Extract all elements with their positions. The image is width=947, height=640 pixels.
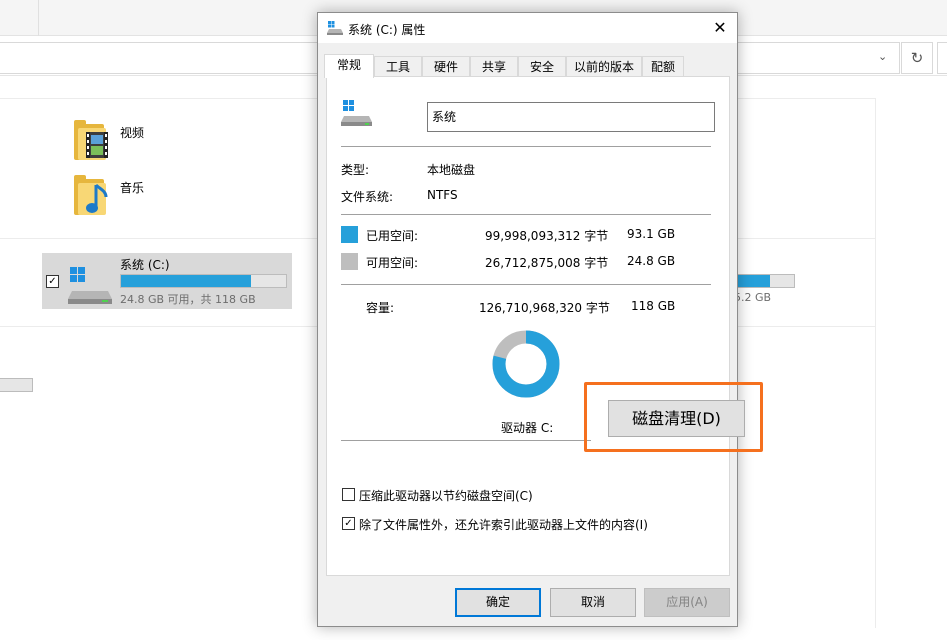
address-dropdown-chevron-icon[interactable]: ⌄ — [878, 50, 887, 63]
compress-checkbox[interactable] — [342, 488, 355, 501]
filesystem-label: 文件系统: — [341, 190, 394, 204]
capacity-bytes: 126,710,968,320 字节 — [479, 301, 610, 315]
index-label: 除了文件属性外，还允许索引此驱动器上文件的内容(I) — [359, 518, 648, 532]
index-checkbox[interactable]: ✓ — [342, 517, 355, 530]
refresh-icon[interactable]: ↻ — [901, 42, 933, 74]
tab-previous-versions[interactable]: 以前的版本 — [566, 56, 642, 77]
drive-free-space-text: 24.8 GB 可用，共 118 GB — [120, 293, 256, 306]
drive-select-checkbox[interactable]: ✓ — [46, 275, 59, 288]
music-folder-icon — [86, 183, 108, 213]
used-space-swatch — [341, 226, 358, 243]
type-value: 本地磁盘 — [427, 163, 476, 177]
drive-usage-bar — [120, 274, 287, 288]
used-space-bytes: 99,998,093,312 字节 — [485, 229, 609, 243]
used-space-size: 93.1 GB — [627, 227, 676, 241]
folder-label: 音乐 — [120, 181, 145, 195]
apply-button[interactable]: 应用(A) — [644, 588, 730, 617]
drive-usage-bar-partial — [730, 274, 795, 288]
drive-letter-label: 驱动器 C: — [501, 421, 554, 435]
properties-dialog: 系统 (C:) 属性 ✕ 常规 工具 硬件 共享 安全 以前的版本 配额 系统 … — [317, 12, 763, 627]
free-space-swatch — [341, 253, 358, 270]
free-space-bytes: 26,712,875,008 字节 — [485, 256, 609, 270]
capacity-label: 容量: — [366, 301, 395, 315]
system-drive-icon — [68, 267, 112, 304]
disk-cleanup-button[interactable]: 磁盘清理(D) — [608, 400, 745, 437]
disk-usage-ring-chart — [492, 330, 560, 398]
tab-quota[interactable]: 配额 — [642, 56, 684, 77]
tab-security[interactable]: 安全 — [518, 56, 566, 77]
folder-label: 视频 — [120, 126, 145, 140]
used-space-label: 已用空间: — [366, 229, 419, 243]
capacity-size: 118 GB — [631, 299, 676, 313]
drive-tile-c[interactable]: ✓ 系统 (C:) 24.8 GB 可用，共 118 GB — [42, 253, 292, 309]
tab-tools[interactable]: 工具 — [374, 56, 422, 77]
video-folder-icon — [86, 132, 108, 158]
type-label: 类型: — [341, 163, 370, 177]
drive-free-space-partial: 5.2 GB — [734, 291, 772, 304]
dialog-title: 系统 (C:) 属性 — [348, 23, 426, 37]
filesystem-value: NTFS — [427, 188, 458, 202]
drive-name-input[interactable]: 系统 — [427, 102, 715, 132]
tab-hardware[interactable]: 硬件 — [422, 56, 470, 77]
compress-label: 压缩此驱动器以节约磁盘空间(C) — [359, 489, 533, 503]
free-space-label: 可用空间: — [366, 256, 419, 270]
drive-usage-bar-left-partial — [0, 378, 33, 392]
system-drive-icon — [341, 100, 372, 126]
drive-name: 系统 (C:) — [120, 258, 170, 272]
dialog-titlebar[interactable]: 系统 (C:) 属性 ✕ — [318, 13, 737, 43]
close-icon[interactable]: ✕ — [706, 16, 734, 40]
search-box[interactable] — [937, 42, 947, 74]
tab-sharing[interactable]: 共享 — [470, 56, 518, 77]
free-space-size: 24.8 GB — [627, 254, 676, 268]
ok-button[interactable]: 确定 — [455, 588, 541, 617]
tab-general[interactable]: 常规 — [324, 54, 374, 78]
cancel-button[interactable]: 取消 — [550, 588, 636, 617]
drive-title-icon — [327, 21, 343, 35]
